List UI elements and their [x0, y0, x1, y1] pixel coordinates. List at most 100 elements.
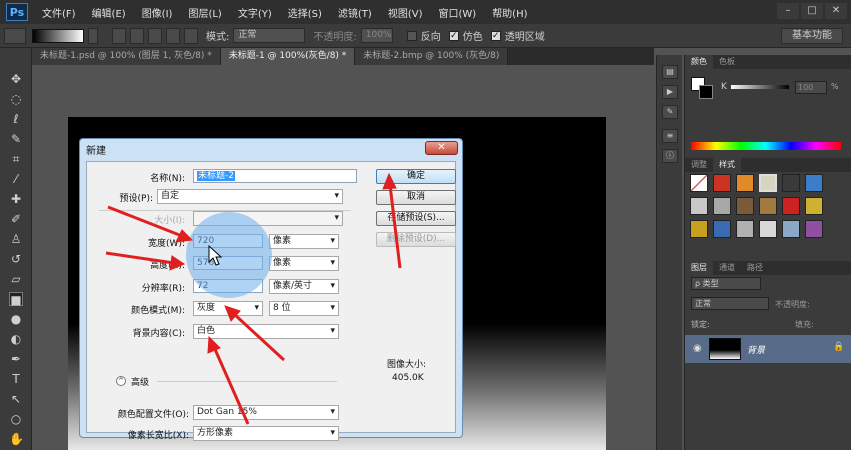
- pen-tool-icon[interactable]: ✒: [9, 352, 23, 366]
- chevron-up-icon[interactable]: ^: [116, 376, 126, 386]
- gradient-editor-swatch[interactable]: [32, 28, 84, 43]
- menu-filter[interactable]: 滤镜(T): [330, 5, 380, 20]
- save-preset-button[interactable]: 存储预设(S)...: [376, 211, 456, 226]
- style-swatch[interactable]: [690, 197, 708, 215]
- style-swatch[interactable]: [782, 220, 800, 238]
- shape-tool-icon[interactable]: ○: [9, 412, 23, 426]
- opacity-field[interactable]: 100%: [360, 28, 393, 43]
- menu-file[interactable]: 文件(F): [34, 5, 84, 20]
- style-swatch[interactable]: [805, 197, 823, 215]
- name-input[interactable]: 未标题-2: [193, 169, 357, 183]
- eye-icon[interactable]: ◉: [693, 343, 702, 354]
- eraser-tool-icon[interactable]: ▱: [9, 272, 23, 286]
- color-spectrum-bar[interactable]: [691, 142, 841, 150]
- layer-filter-select[interactable]: ρ 类型: [691, 277, 761, 290]
- dialog-close-button[interactable]: ✕: [425, 141, 458, 155]
- reverse-checkbox[interactable]: [406, 30, 417, 41]
- move-tool-icon[interactable]: ✥: [9, 72, 23, 86]
- color-profile-select[interactable]: Dot Gan 15%: [193, 405, 339, 420]
- resolution-unit-select[interactable]: 像素/英寸: [269, 279, 339, 294]
- style-swatch[interactable]: [805, 174, 823, 192]
- style-swatch-selected[interactable]: [759, 174, 777, 192]
- color-mode-select[interactable]: 灰度: [193, 301, 263, 316]
- angle-gradient-icon[interactable]: [148, 27, 162, 44]
- diamond-gradient-icon[interactable]: [184, 27, 198, 44]
- transparency-checkbox[interactable]: ✓: [490, 30, 501, 41]
- clone-stamp-tool-icon[interactable]: ♙: [9, 232, 23, 246]
- style-swatch[interactable]: [736, 220, 754, 238]
- background-color-swatch[interactable]: [699, 85, 713, 99]
- style-swatch-none[interactable]: [690, 174, 708, 192]
- style-swatch[interactable]: [690, 220, 708, 238]
- preset-select[interactable]: 自定: [157, 189, 343, 204]
- menu-select[interactable]: 选择(S): [280, 5, 330, 20]
- mode-select[interactable]: 正常: [233, 28, 306, 43]
- style-swatch[interactable]: [782, 174, 800, 192]
- restore-icon[interactable]: □: [801, 3, 823, 19]
- layer-row[interactable]: ◉ 背景 🔒: [685, 335, 851, 363]
- document-tab[interactable]: 未标题-2.bmp @ 100% (灰色/8): [355, 48, 509, 65]
- bit-depth-select[interactable]: 8 位: [269, 301, 339, 316]
- k-channel-slider[interactable]: [731, 85, 789, 89]
- gradient-tool-icon[interactable]: ■: [9, 292, 23, 307]
- chevron-down-icon[interactable]: [88, 27, 98, 44]
- workspace-switcher[interactable]: 基本功能: [781, 28, 843, 44]
- blend-mode-select[interactable]: 正常: [691, 297, 769, 310]
- linear-gradient-icon[interactable]: [112, 27, 126, 44]
- ok-button[interactable]: 确定: [376, 169, 456, 184]
- delete-preset-button[interactable]: 删除预设(D)...: [376, 232, 456, 247]
- menu-image[interactable]: 图像(I): [134, 5, 181, 20]
- minimize-icon[interactable]: –: [777, 3, 799, 19]
- height-unit-select[interactable]: 像素: [269, 256, 339, 271]
- layer-name[interactable]: 背景: [747, 343, 765, 356]
- tab-adjustments[interactable]: 调整: [685, 158, 713, 172]
- path-select-tool-icon[interactable]: ↖: [9, 392, 23, 406]
- eyedropper-tool-icon[interactable]: ⁄: [9, 172, 23, 186]
- style-swatch[interactable]: [713, 197, 731, 215]
- actions-panel-icon[interactable]: ▶: [662, 85, 678, 99]
- tab-layers[interactable]: 图层: [685, 261, 713, 275]
- document-tab[interactable]: 未标题-1.psd @ 100% (图层 1, 灰色/8) *: [32, 48, 221, 65]
- menu-window[interactable]: 窗口(W): [430, 5, 484, 20]
- marquee-tool-icon[interactable]: ◌: [9, 92, 23, 106]
- tab-color[interactable]: 颜色: [685, 55, 713, 69]
- menu-edit[interactable]: 编辑(E): [84, 5, 134, 20]
- close-icon[interactable]: ✕: [825, 3, 847, 19]
- gradient-tool-preset-picker[interactable]: [4, 27, 26, 44]
- style-swatch[interactable]: [782, 197, 800, 215]
- radial-gradient-icon[interactable]: [130, 27, 144, 44]
- lasso-tool-icon[interactable]: ℓ: [9, 112, 23, 126]
- menu-help[interactable]: 帮助(H): [484, 5, 535, 20]
- menu-view[interactable]: 视图(V): [380, 5, 431, 20]
- history-panel-icon[interactable]: ▤: [662, 65, 678, 79]
- properties-panel-icon[interactable]: ≡: [662, 129, 678, 143]
- brush-panel-icon[interactable]: ✎: [662, 105, 678, 119]
- k-value-field[interactable]: 100: [795, 81, 827, 94]
- brush-tool-icon[interactable]: ✐: [9, 212, 23, 226]
- style-swatch[interactable]: [713, 220, 731, 238]
- style-swatch[interactable]: [736, 197, 754, 215]
- style-swatch[interactable]: [713, 174, 731, 192]
- tab-channels[interactable]: 通道: [713, 261, 741, 275]
- width-unit-select[interactable]: 像素: [269, 234, 339, 249]
- dither-checkbox[interactable]: ✓: [448, 30, 459, 41]
- style-swatch[interactable]: [759, 197, 777, 215]
- background-contents-select[interactable]: 白色: [193, 324, 339, 339]
- document-tab-active[interactable]: 未标题-1 @ 100%(灰色/8) *: [220, 48, 356, 65]
- style-swatch[interactable]: [759, 220, 777, 238]
- type-tool-icon[interactable]: T: [9, 372, 23, 386]
- tab-styles[interactable]: 样式: [713, 158, 741, 172]
- tab-paths[interactable]: 路径: [741, 261, 769, 275]
- style-swatch[interactable]: [805, 220, 823, 238]
- history-brush-tool-icon[interactable]: ↺: [9, 252, 23, 266]
- info-panel-icon[interactable]: ⓘ: [662, 149, 678, 163]
- menu-type[interactable]: 文字(Y): [230, 5, 280, 20]
- tab-swatches[interactable]: 色板: [713, 55, 741, 69]
- menu-layer[interactable]: 图层(L): [180, 5, 229, 20]
- dodge-tool-icon[interactable]: ◐: [9, 332, 23, 346]
- quick-select-tool-icon[interactable]: ✎: [9, 132, 23, 146]
- cancel-button[interactable]: 取消: [376, 190, 456, 205]
- healing-brush-tool-icon[interactable]: ✚: [9, 192, 23, 206]
- hand-tool-icon[interactable]: ✋: [9, 432, 24, 446]
- reflected-gradient-icon[interactable]: [166, 27, 180, 44]
